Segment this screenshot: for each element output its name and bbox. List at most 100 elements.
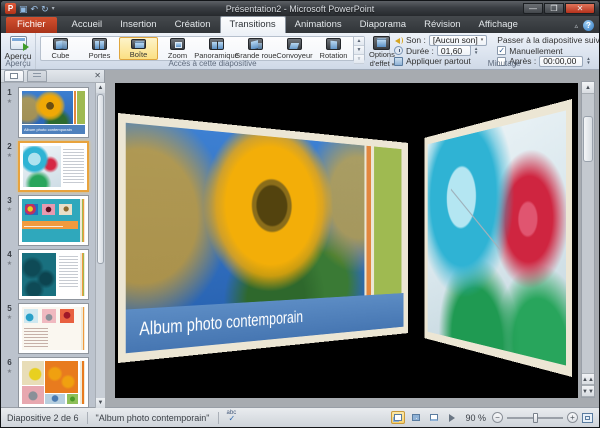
slide-title-status: "Album photo contemporain" [96, 413, 210, 423]
transition-zoom[interactable]: Zoom [158, 37, 197, 60]
gallery-scroll-up-icon[interactable]: ▲ [354, 37, 364, 46]
group-label-minutage: Minutage [390, 59, 600, 69]
transition-star-icon[interactable]: ★ [7, 368, 12, 375]
tab-animations[interactable]: Animations [286, 17, 351, 33]
panel-scroll-up-icon[interactable]: ▲ [96, 83, 105, 93]
transition-rotation[interactable]: Rotation [314, 37, 353, 60]
reading-view-icon [430, 414, 438, 421]
zoom-slider-thumb[interactable] [533, 413, 538, 423]
tab-affichage[interactable]: Affichage [470, 17, 527, 33]
panel-scroll-down-icon[interactable]: ▼ [96, 398, 105, 408]
close-button[interactable]: ✕ [565, 3, 595, 14]
undo-icon[interactable]: ↶ [31, 4, 39, 14]
slide-thumbnail-row: 5 ★ [3, 303, 102, 354]
ribbon-group-minutage: Son : [Aucun son] ▾ Durée : 01,60 ▲▼ [390, 33, 600, 69]
transition-cube[interactable]: Cube [41, 37, 80, 60]
transition-star-icon[interactable]: ★ [7, 152, 12, 159]
beakers-photo [428, 110, 566, 365]
slideshow-view-button[interactable] [445, 411, 459, 424]
transition-star-icon[interactable]: ★ [7, 98, 12, 105]
tab-fichier[interactable]: Fichier [6, 17, 57, 33]
ribbon: Aperçu Aperçu Cube Portes Boîte [1, 33, 599, 70]
orange-stripe [367, 146, 371, 295]
gallery-scroll-down-icon[interactable]: ▼ [354, 46, 364, 55]
slide-thumbnail-selected[interactable] [18, 141, 89, 192]
qat-dropdown-icon[interactable]: ▾ [52, 5, 55, 12]
scroll-up-icon[interactable]: ▲ [582, 82, 594, 94]
transition-convoyeur[interactable]: Convoyeur [275, 37, 314, 60]
redo-icon[interactable]: ↻ [41, 4, 49, 14]
tab-accueil[interactable]: Accueil [63, 17, 112, 33]
rotate-transition-icon [326, 38, 341, 50]
duration-label: Durée : [406, 46, 434, 56]
powerpoint-app-icon[interactable]: P [5, 3, 16, 14]
tab-plan[interactable] [27, 70, 47, 82]
transition-panoramique[interactable]: Panoramique [197, 37, 236, 60]
previous-slide-icon[interactable]: ▲▲ [582, 373, 594, 385]
slide-thumbnail-row: 6 ★ [3, 357, 102, 408]
conveyor-transition-icon [287, 38, 302, 50]
restore-button[interactable]: ❐ [544, 3, 564, 14]
zoom-out-button[interactable]: − [492, 412, 503, 423]
fit-to-window-icon[interactable] [582, 413, 593, 423]
help-icon[interactable]: ? [583, 20, 594, 31]
sound-icon [394, 36, 403, 45]
tab-diapositives[interactable] [4, 70, 24, 82]
sunflower-photo [126, 123, 365, 310]
transition-boite-selected[interactable]: Boîte [119, 37, 158, 60]
transition-star-icon[interactable]: ★ [7, 260, 12, 267]
scrollbar-thumb[interactable] [583, 116, 593, 162]
slides-panel: ✕ 1 ★ Album photo contemporain [1, 70, 105, 407]
slides-panel-header: ✕ [1, 70, 104, 83]
transition-portes[interactable]: Portes [80, 37, 119, 60]
minimize-ribbon-icon[interactable]: ▵ [574, 22, 578, 30]
panel-scrollbar-thumb[interactable] [97, 94, 104, 264]
advance-slide-heading: Passer à la diapositive suivante [497, 36, 600, 45]
slide-thumbnail[interactable] [18, 357, 89, 408]
manual-checkbox[interactable]: ✓ [497, 46, 506, 55]
zoom-in-button[interactable]: + [567, 412, 578, 423]
tab-diaporama[interactable]: Diaporama [351, 17, 415, 33]
ribbon-group-transitions-gallery: Cube Portes Boîte Zoom Panoramique [36, 33, 390, 69]
manual-label: Manuellement [509, 46, 562, 56]
transition-star-icon[interactable]: ★ [7, 314, 12, 321]
slide-sorter-view-button[interactable] [409, 411, 423, 424]
tab-revision[interactable]: Révision [415, 17, 469, 33]
duration-input[interactable]: 01,60 [437, 45, 471, 56]
preview-button[interactable]: Aperçu [3, 35, 33, 61]
slide-thumbnail[interactable]: Album photo contemporain [18, 87, 89, 138]
chevron-down-icon: ▾ [481, 35, 484, 45]
spellcheck-icon[interactable] [227, 413, 239, 423]
slide-thumbnail[interactable] [18, 195, 89, 246]
slide-thumbnail-row: 1 ★ Album photo contemporain [3, 87, 102, 138]
zoom-slider[interactable] [507, 417, 563, 419]
slide-sorter-icon [412, 414, 420, 421]
slide-thumbnail[interactable] [18, 249, 89, 300]
transition-preview-stage[interactable]: Album photo contemporain [115, 83, 578, 398]
tab-creation[interactable]: Création [166, 17, 220, 33]
normal-view-button[interactable] [391, 411, 405, 424]
group-label-apercu: Aperçu [1, 59, 35, 69]
duration-spinner[interactable]: ▲▼ [474, 47, 478, 55]
next-slide-icon[interactable]: ▼▼ [582, 385, 594, 397]
powerpoint-window: P ▣ ↶ ↻ ▾ Présentation2 - Microsoft Powe… [0, 0, 600, 428]
pan-transition-icon [209, 38, 224, 50]
beakers-thumb-photo [23, 146, 61, 187]
slides-tab-icon [10, 73, 18, 79]
slide-number: 4 [7, 250, 11, 259]
minimize-button[interactable]: — [523, 3, 543, 14]
transition-grande-roue[interactable]: Grande roue [236, 37, 275, 60]
reading-view-button[interactable] [427, 411, 441, 424]
tab-transitions[interactable]: Transitions [220, 16, 286, 33]
tab-insertion[interactable]: Insertion [111, 17, 165, 33]
duration-clock-icon [394, 46, 403, 55]
slide-thumbnail-row: 3 ★ [3, 195, 102, 246]
vertical-scrollbar[interactable]: ▲ ▲▲ ▼▼ [581, 81, 595, 398]
sound-dropdown[interactable]: [Aucun son] ▾ [429, 35, 487, 46]
slide-thumbnail[interactable] [18, 303, 89, 354]
close-panel-icon[interactable]: ✕ [94, 71, 101, 81]
panel-scrollbar[interactable]: ▲ ▼ [95, 83, 105, 408]
transition-star-icon[interactable]: ★ [7, 206, 12, 213]
preview-slide-icon [10, 36, 27, 50]
save-icon[interactable]: ▣ [19, 4, 28, 14]
